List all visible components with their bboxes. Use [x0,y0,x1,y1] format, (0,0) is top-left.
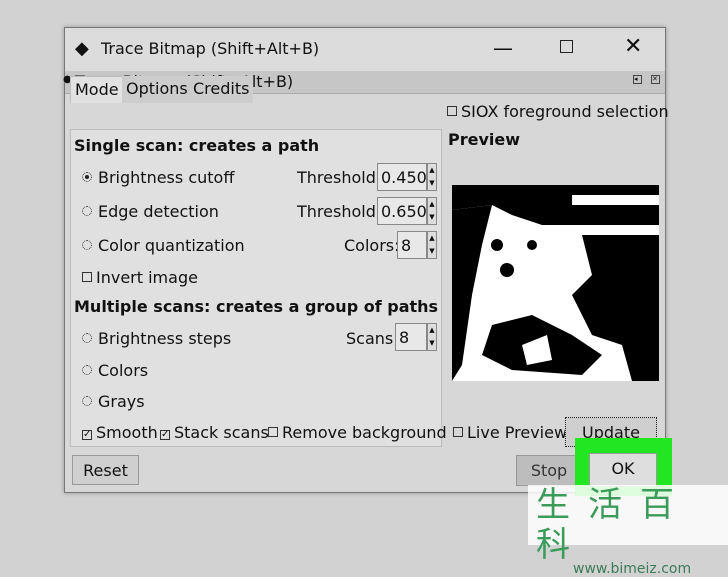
colors-input[interactable]: 8 [397,231,427,259]
tab-label: Options [126,79,188,98]
stack-scans-checkbox[interactable]: ✓ Stack scans [160,423,269,442]
brightness-threshold-stepper[interactable]: ▲ ▼ [427,163,437,191]
color-quantization-radio[interactable]: Color quantization [82,236,245,255]
title-bar: ◆ Trace Bitmap (Shift+Alt+B) — ✕ [65,28,665,71]
threshold-label: Threshold: [297,202,382,221]
tab-options[interactable]: Options [122,76,192,103]
brightness-threshold-input[interactable]: 0.450 [377,163,427,191]
iconify-button[interactable]: ◂ [633,75,642,84]
preview-heading: Preview [448,130,521,149]
tab-label: Mode [75,80,119,99]
colors-radio[interactable]: Colors [82,361,148,380]
reset-button[interactable]: Reset [72,455,139,485]
inkscape-icon: ◆ [75,38,89,59]
siox-checkbox[interactable]: SIOX foreground selection [447,102,669,121]
scans-label: Scans: [346,329,399,348]
edge-detection-radio[interactable]: Edge detection [82,202,219,221]
multiple-scans-heading: Multiple scans: creates a group of paths [74,297,439,316]
remove-background-checkbox[interactable]: Remove background [268,423,447,442]
preview-image [452,185,659,381]
threshold-label: Threshold: [297,168,382,187]
tab-credits[interactable]: Credits [189,76,254,103]
edge-threshold-stepper[interactable]: ▲ ▼ [427,197,437,225]
single-scan-heading: Single scan: creates a path [74,136,320,155]
invert-image-checkbox[interactable]: Invert image [82,268,198,287]
maximize-button[interactable] [560,40,573,53]
ok-button[interactable]: OK [589,453,657,487]
colors-label: Colors: [344,236,400,255]
smooth-checkbox[interactable]: ✓ Smooth [82,423,158,442]
edge-threshold-input[interactable]: 0.650 [377,197,427,225]
window-title: Trace Bitmap (Shift+Alt+B) [101,39,320,58]
brightness-steps-radio[interactable]: Brightness steps [82,329,231,348]
close-dock-button[interactable]: ✕ [651,75,660,84]
scans-input[interactable]: 8 [395,323,427,351]
tab-mode[interactable]: Mode [70,76,124,103]
watermark: 生活百科 www.bimeiz.com [528,485,728,577]
scans-stepper[interactable]: ▲ ▼ [427,323,437,351]
grays-radio[interactable]: Grays [82,392,145,411]
stop-button[interactable]: Stop [516,455,582,486]
minimize-button[interactable]: — [493,36,513,60]
close-button[interactable]: ✕ [624,34,642,59]
tab-label: Credits [193,79,250,98]
live-preview-checkbox[interactable]: Live Preview [453,423,567,442]
brightness-cutoff-radio[interactable]: Brightness cutoff [82,168,234,187]
colors-stepper[interactable]: ▲ ▼ [427,231,437,259]
